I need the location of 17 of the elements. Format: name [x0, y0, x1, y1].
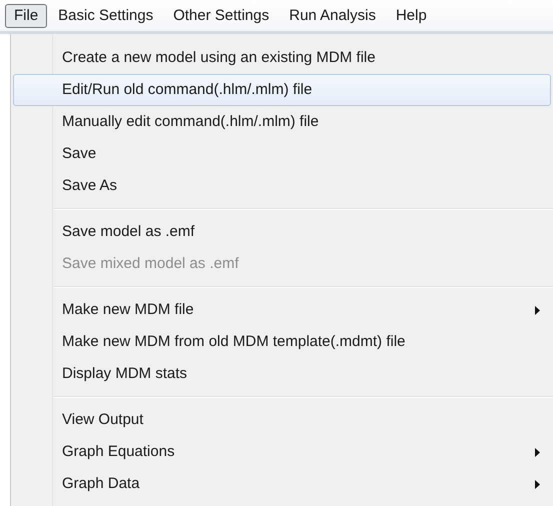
menu-item[interactable]: Edit/Run old command(.hlm/.mlm) file [13, 74, 551, 106]
menu-item[interactable]: Make new MDM from old MDM template(.mdmt) file [13, 326, 551, 358]
menu-item[interactable]: Graph Equations [13, 436, 551, 468]
menu-item[interactable]: Save As [13, 170, 551, 202]
menu-bar-item[interactable]: Other Settings [164, 4, 278, 28]
menu-item[interactable]: View Output [13, 404, 551, 436]
menu-item[interactable]: Display MDM stats [13, 358, 551, 390]
menu-bar-item[interactable]: Run Analysis [280, 4, 385, 28]
menu-bar-item[interactable]: Help [386, 4, 436, 28]
menu-item[interactable]: Create a new model using an existing MDM file [13, 42, 551, 74]
menu-item[interactable]: Make new MDM file [13, 294, 551, 326]
menu-item[interactable]: Graph Data [13, 468, 551, 500]
menu-item[interactable]: Save [13, 138, 551, 170]
menu-item[interactable]: Manually edit command(.hlm/.mlm) file [13, 106, 551, 138]
menu-bar-item[interactable]: File [5, 4, 48, 28]
menu-bar-item[interactable]: Basic Settings [49, 4, 162, 28]
menu-item[interactable]: Save model as .emf [13, 216, 551, 248]
